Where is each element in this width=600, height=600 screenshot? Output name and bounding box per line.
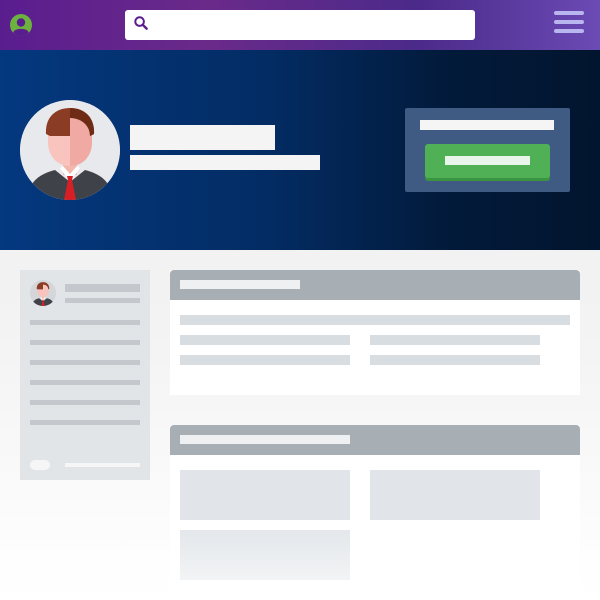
content-tile[interactable] [180,470,350,520]
top-bar [0,0,600,50]
search-icon [134,15,148,35]
sidebar-item[interactable] [30,340,140,345]
user-avatar-icon [30,280,56,306]
details-card [170,270,580,395]
card-title [180,280,300,289]
sidebar-item[interactable] [30,360,140,365]
primary-action-button[interactable] [425,144,550,178]
search-bar[interactable] [125,10,475,40]
content-tile[interactable] [370,470,540,520]
sidebar-item[interactable] [30,380,140,385]
sidebar-name [65,284,140,292]
profile-avatar[interactable] [20,100,120,200]
user-avatar-icon [20,100,120,200]
card-header [170,270,580,300]
hamburger-menu-button[interactable] [554,11,586,39]
sidebar-item[interactable] [30,400,140,405]
sidebar-item[interactable] [30,420,140,425]
profile-name [130,125,275,150]
content-line [180,355,350,365]
search-input[interactable] [154,10,475,40]
logo-icon[interactable] [10,14,32,36]
content-line [180,335,350,345]
menu-line [554,20,584,24]
profile-action-panel [405,108,570,192]
sidebar-toggle[interactable] [30,460,50,470]
menu-line [554,29,584,33]
profile-hero [0,50,600,250]
content-line [370,355,540,365]
menu-line [554,11,584,15]
content-line [370,335,540,345]
sidebar-footer-line [65,463,140,467]
content-line [180,315,570,325]
content-tile[interactable] [180,530,350,580]
sidebar-item[interactable] [30,320,140,325]
card-title [180,435,350,444]
sidebar-card [20,270,150,480]
gallery-card [170,425,580,585]
action-panel-label [420,120,554,130]
profile-subtitle [130,155,320,170]
primary-action-button-label [445,156,530,165]
card-header [170,425,580,455]
sidebar-avatar[interactable] [30,280,56,306]
sidebar-subtitle [65,298,140,303]
